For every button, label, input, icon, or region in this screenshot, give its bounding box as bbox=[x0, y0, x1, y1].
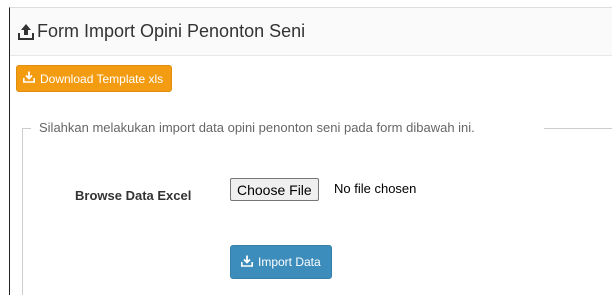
import-data-label: Import Data bbox=[258, 255, 321, 269]
download-template-label: Download Template xls bbox=[40, 71, 164, 86]
panel-heading: Form Import Opini Penonton Seni bbox=[10, 8, 612, 56]
fieldset-border-right bbox=[544, 128, 612, 129]
import-panel: Form Import Opini Penonton Seni Download… bbox=[9, 7, 612, 295]
page-title: Form Import Opini Penonton Seni bbox=[37, 21, 306, 41]
choose-file-button[interactable]: Choose File bbox=[230, 178, 319, 201]
download-template-button[interactable]: Download Template xls bbox=[16, 65, 173, 92]
fieldset-border-left bbox=[22, 128, 31, 129]
download-tray-icon bbox=[23, 71, 35, 86]
upload-tray-icon bbox=[16, 23, 36, 41]
fieldset-border-vertical bbox=[22, 128, 23, 295]
no-file-status: No file chosen bbox=[334, 181, 417, 196]
fieldset-legend: Silahkan melakukan import data opini pen… bbox=[39, 120, 475, 135]
browse-data-label: Browse Data Excel bbox=[75, 188, 192, 203]
import-data-button[interactable]: Import Data bbox=[230, 245, 332, 279]
download-tray-icon bbox=[241, 255, 253, 270]
